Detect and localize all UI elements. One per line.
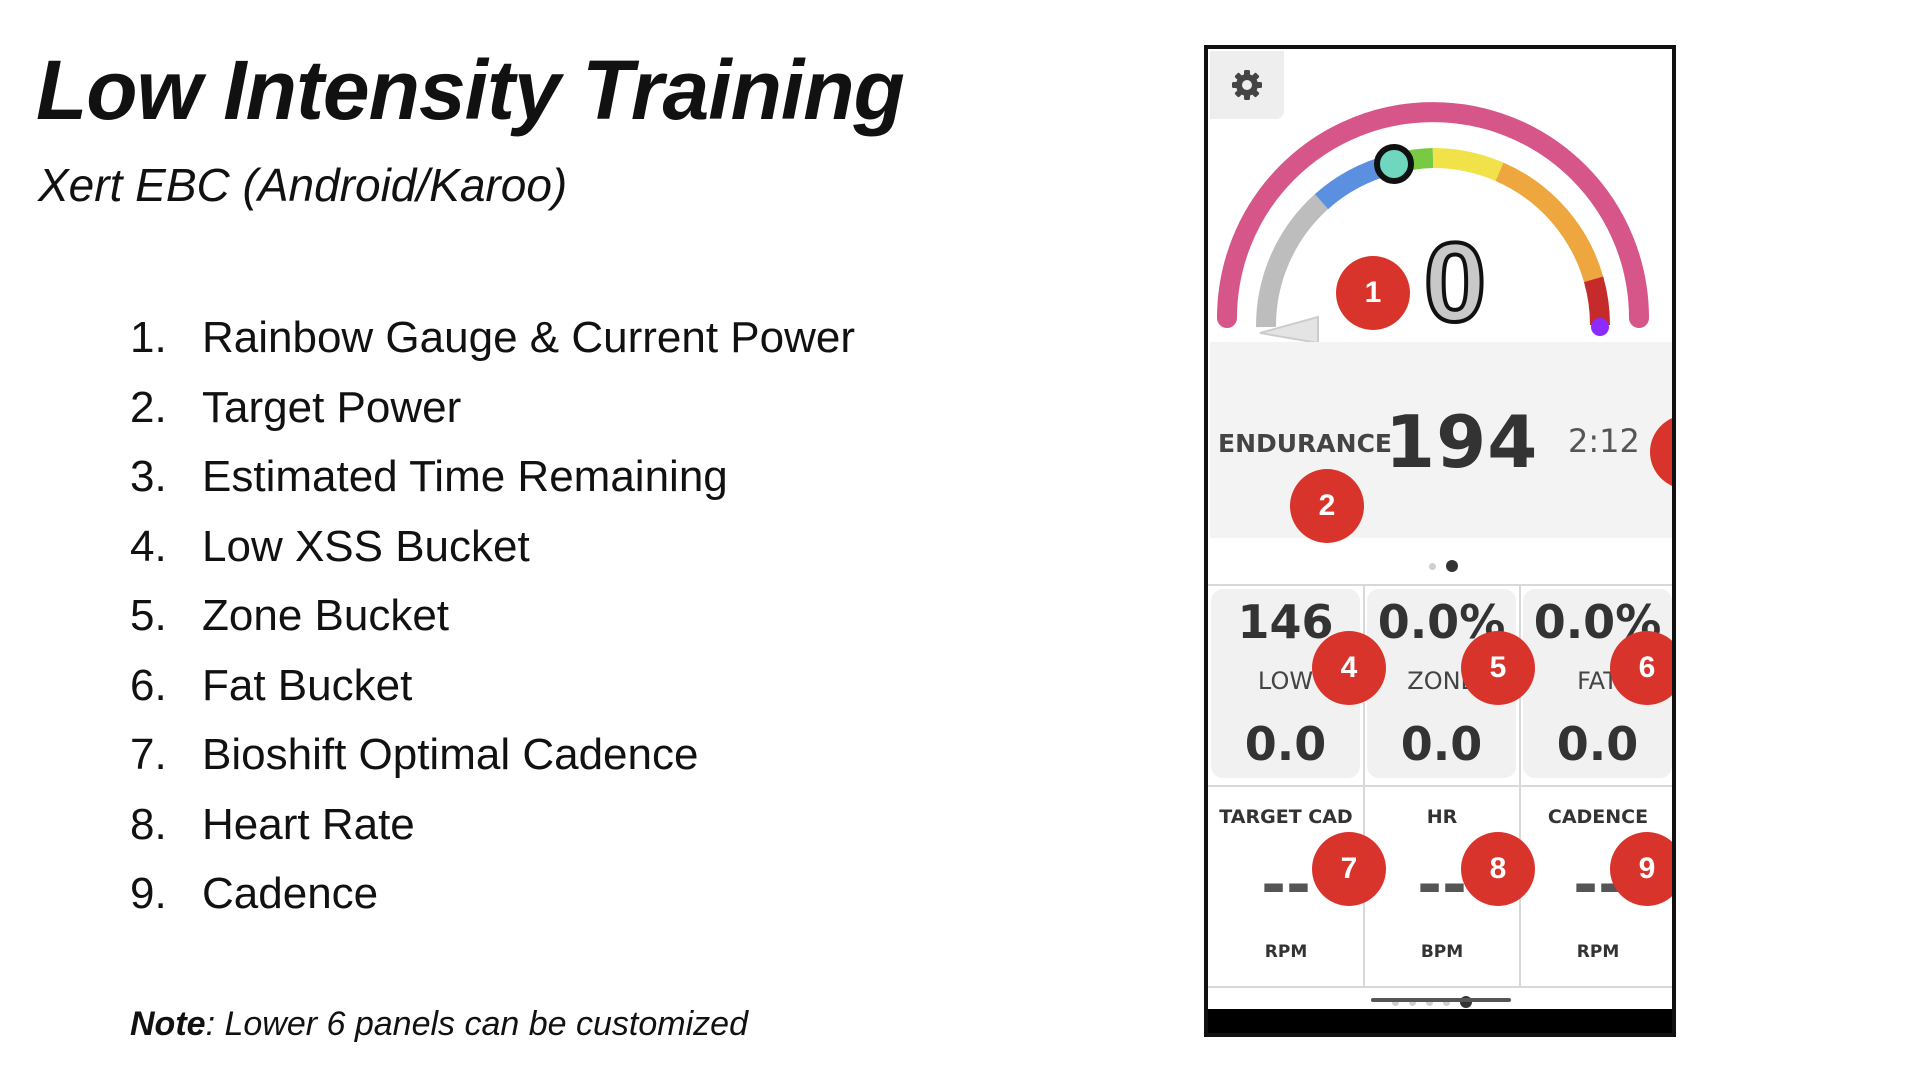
list-item: 2. Target Power xyxy=(130,378,855,448)
home-indicator[interactable] xyxy=(1371,998,1511,1002)
metric-label: TARGET CAD xyxy=(1219,806,1353,828)
note: Note: Lower 6 panels can be customized xyxy=(130,1005,748,1044)
list-item-number: 6. xyxy=(130,660,167,710)
time-remaining: 2:12 xyxy=(1568,422,1640,460)
page-dot-active xyxy=(1446,560,1458,572)
divider xyxy=(1208,785,1672,787)
gauge-indicator xyxy=(1374,144,1414,184)
callout-marker: 9 xyxy=(1610,832,1672,906)
navigation-bar xyxy=(1208,1009,1672,1033)
divider xyxy=(1208,584,1672,586)
list-item-label: Low XSS Bucket xyxy=(202,521,530,571)
page-indicator-top[interactable] xyxy=(1429,560,1458,572)
list-item: 3. Estimated Time Remaining xyxy=(130,447,855,517)
list-item: 6. Fat Bucket xyxy=(130,656,855,726)
gauge-yellow-arc xyxy=(1432,148,1504,182)
list-item: 9. Cadence xyxy=(130,864,855,934)
list-item: 8. Heart Rate xyxy=(130,795,855,865)
metric-label: HR xyxy=(1426,806,1458,828)
list-item-label: Bioshift Optimal Cadence xyxy=(202,730,699,779)
list-item-label: Cadence xyxy=(202,869,379,918)
bucket-bottom-value: 0.0 xyxy=(1244,717,1327,771)
list-item-number: 7. xyxy=(130,730,167,779)
list-item-number: 5. xyxy=(130,591,167,640)
list-item-label: Estimated Time Remaining xyxy=(202,452,728,501)
target-panel: ENDURANCE 194 2:12 xyxy=(1210,342,1672,538)
list-item: 7. Bioshift Optimal Cadence xyxy=(130,725,855,795)
callout-marker: 6 xyxy=(1610,631,1672,705)
callout-marker: 5 xyxy=(1461,631,1535,705)
note-label: Note xyxy=(130,1005,206,1043)
settings-button[interactable] xyxy=(1210,51,1284,119)
bucket-bottom-value: 0.0 xyxy=(1400,717,1483,771)
list-item-number: 9. xyxy=(130,869,167,918)
target-zone-label: ENDURANCE xyxy=(1218,429,1392,458)
phone-screen: 0 ENDURANCE 194 2:12 146 LOW 0.0 0.0% ZO… xyxy=(1204,45,1676,1037)
list-item-label: Zone Bucket xyxy=(202,591,450,640)
list-item-label: Fat Bucket xyxy=(202,660,413,710)
callout-marker: 4 xyxy=(1312,631,1386,705)
slide-subtitle: Xert EBC (Android/Karoo) xyxy=(38,159,568,211)
divider xyxy=(1208,986,1672,988)
list-item-number: 3. xyxy=(130,452,167,501)
list-item: 4. Low XSS Bucket xyxy=(130,517,855,587)
current-power: 0 xyxy=(1422,220,1488,345)
page-dot xyxy=(1429,562,1436,570)
list-item-number: 8. xyxy=(130,799,167,849)
list-item: 5. Zone Bucket xyxy=(130,586,855,656)
list-item-label: Target Power xyxy=(202,382,462,432)
gear-icon xyxy=(1232,70,1262,100)
metric-unit: RPM xyxy=(1264,942,1308,962)
target-power: 194 xyxy=(1385,400,1539,484)
bucket-bottom-value: 0.0 xyxy=(1556,717,1639,771)
list-item: 1. Rainbow Gauge & Current Power xyxy=(130,308,855,378)
callout-marker: 7 xyxy=(1312,832,1386,906)
metric-label: CADENCE xyxy=(1547,806,1649,828)
gauge-orange-arc xyxy=(1495,162,1604,283)
feature-list: 1. Rainbow Gauge & Current Power 2. Target… xyxy=(130,308,855,934)
callout-marker: 8 xyxy=(1461,832,1535,906)
slide-title: Low Intensity Training xyxy=(36,43,905,137)
list-item-number: 1. xyxy=(130,313,167,362)
metric-unit: RPM xyxy=(1576,942,1620,962)
callout-marker: 2 xyxy=(1290,469,1364,543)
list-item-number: 2. xyxy=(130,382,167,432)
callout-marker: 1 xyxy=(1336,256,1410,330)
gauge-end-dot xyxy=(1591,318,1609,336)
gauge-gray-arc xyxy=(1255,194,1329,328)
metric-unit: BPM xyxy=(1420,942,1464,962)
list-item-label: Heart Rate xyxy=(202,799,415,849)
note-text: : Lower 6 panels can be customized xyxy=(205,1005,748,1043)
list-item-label: Rainbow Gauge & Current Power xyxy=(202,313,855,362)
list-item-number: 4. xyxy=(130,521,167,571)
